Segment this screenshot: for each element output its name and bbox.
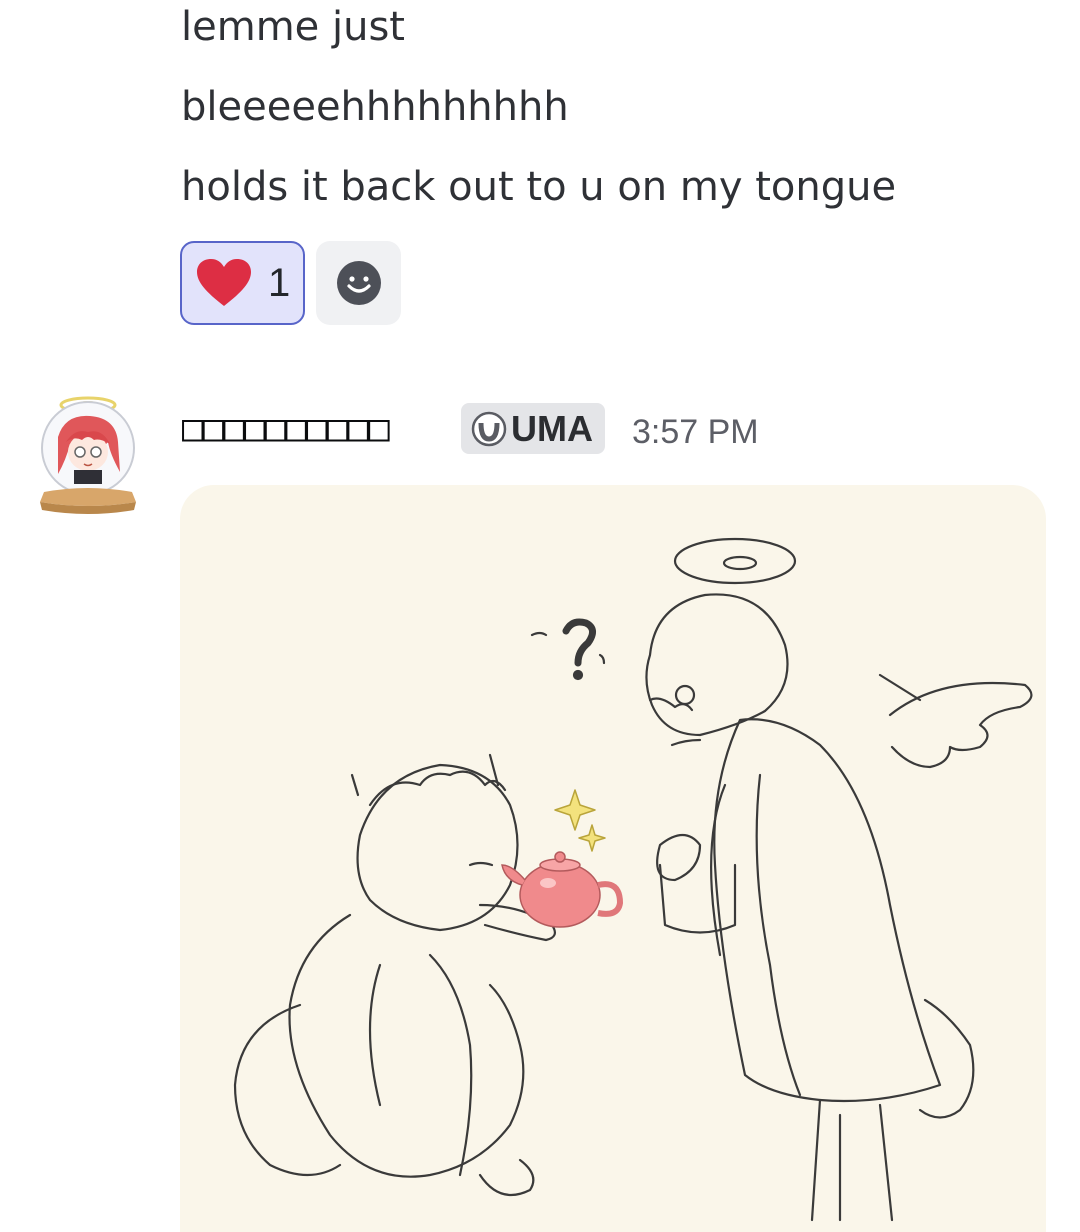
server-tag-label: UMA xyxy=(511,407,593,449)
horseshoe-icon xyxy=(471,411,507,446)
message-line: holds it back out to u on my tongue xyxy=(181,164,897,210)
teapot xyxy=(501,851,624,928)
reaction-bar: 1 xyxy=(180,241,401,325)
heart-icon xyxy=(197,259,251,306)
sketch-image xyxy=(233,537,1033,1222)
server-tag[interactable]: UMA xyxy=(461,403,605,454)
message-line: lemme just xyxy=(181,4,405,50)
add-reaction-button[interactable] xyxy=(316,241,401,325)
reaction-count: 1 xyxy=(268,260,291,305)
avatar[interactable] xyxy=(30,392,146,520)
heart-reaction-button[interactable]: 1 xyxy=(180,241,305,325)
timestamp: 3:57 PM xyxy=(632,413,759,451)
smiley-icon xyxy=(336,261,381,305)
image-attachment[interactable] xyxy=(180,485,1046,1232)
message-line: bleeeeehhhhhhhhh xyxy=(181,84,569,130)
username[interactable]: □□□□□□□□□□ xyxy=(182,405,390,453)
